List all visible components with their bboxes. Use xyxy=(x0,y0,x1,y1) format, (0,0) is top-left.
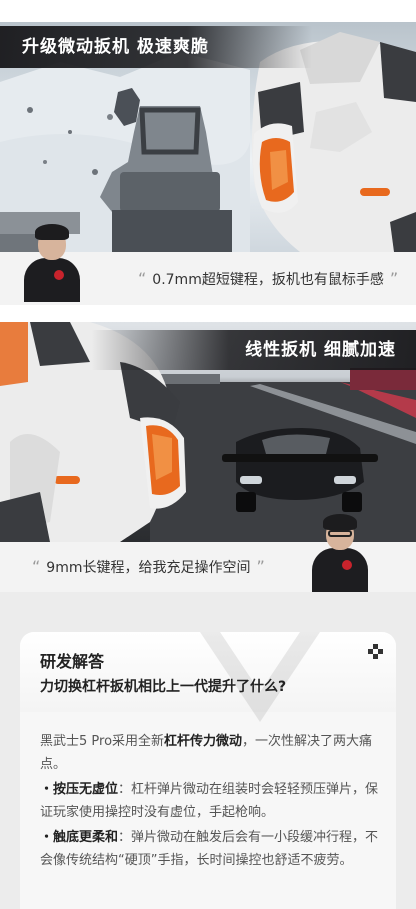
quote-open-mark: “ xyxy=(32,557,41,576)
faq-point-2-label: ・触底更柔和 xyxy=(40,830,119,845)
linear-trigger-panel: 线性扳机 细腻加速 “ 9mm长键程，给我充足操作空间 ” xyxy=(0,322,416,592)
pattern-decoration-icon xyxy=(368,644,384,660)
panel1-title: 升级微动扳机 极速爽脆 xyxy=(22,37,209,57)
faq-card-header: 研发解答 力切换杠杆扳机相比上一代提升了什么? xyxy=(20,632,396,722)
player-avatar-2 xyxy=(312,514,368,592)
panel2-caption-bar: “ 9mm长键程，给我充足操作空间 ” xyxy=(0,514,416,592)
player-avatar-1 xyxy=(24,224,80,302)
panel2-title-banner: 线性扳机 细腻加速 xyxy=(0,330,416,370)
faq-question: 力切换杠杆扳机相比上一代提升了什么? xyxy=(40,679,287,695)
faq-card: 研发解答 力切换杠杆扳机相比上一代提升了什么? 黑武士5 Pro采用全新杠杆传力… xyxy=(20,632,396,909)
faq-point-1: ・按压无虚位：杠杆弹片微动在组装时会轻轻预压弹片，保证玩家使用操控时没有虚位，手… xyxy=(40,778,380,824)
faq-intro-highlight: 杠杆传力微动 xyxy=(164,734,243,749)
faq-point-2: ・触底更柔和：弹片微动在触发后会有一小段缓冲行程，不会像传统结构“硬顶”手指，长… xyxy=(40,826,380,872)
panel1-caption-text: 0.7mm超短键程，扳机也有鼠标手感 xyxy=(152,272,384,288)
micro-switch-trigger-panel: 升级微动扳机 极速爽脆 “ 0.7mm超短键程，扳机也有鼠标手感 ” xyxy=(0,0,416,305)
quote-close-mark: ” xyxy=(389,269,399,288)
product-detail-page: 升级微动扳机 极速爽脆 “ 0.7mm超短键程，扳机也有鼠标手感 ” 线性扳机 细腻… xyxy=(0,0,416,909)
panel1-caption: “ 0.7mm超短键程，扳机也有鼠标手感 ” xyxy=(132,252,404,305)
panel2-caption-text: 9mm长键程，给我充足操作空间 xyxy=(46,560,251,576)
faq-intro-prefix: 黑武士5 Pro采用全新 xyxy=(40,734,165,749)
panel2-title: 线性扳机 细腻加速 xyxy=(245,340,396,360)
faq-point-1-label: ・按压无虚位 xyxy=(40,782,119,797)
quote-close-mark: ” xyxy=(256,557,265,576)
panel2-caption: “ 9mm长键程，给我充足操作空间 ” xyxy=(26,542,271,592)
faq-intro: 黑武士5 Pro采用全新杠杆传力微动，一次性解决了两大痛点。 xyxy=(40,730,380,776)
panel1-title-banner: 升级微动扳机 极速爽脆 xyxy=(0,26,416,68)
quote-open-mark: “ xyxy=(138,269,147,288)
faq-section: 研发解答 力切换杠杆扳机相比上一代提升了什么? 黑武士5 Pro采用全新杠杆传力… xyxy=(0,592,416,909)
faq-heading: 研发解答 xyxy=(40,652,105,671)
panel1-caption-bar: “ 0.7mm超短键程，扳机也有鼠标手感 ” xyxy=(0,224,416,305)
